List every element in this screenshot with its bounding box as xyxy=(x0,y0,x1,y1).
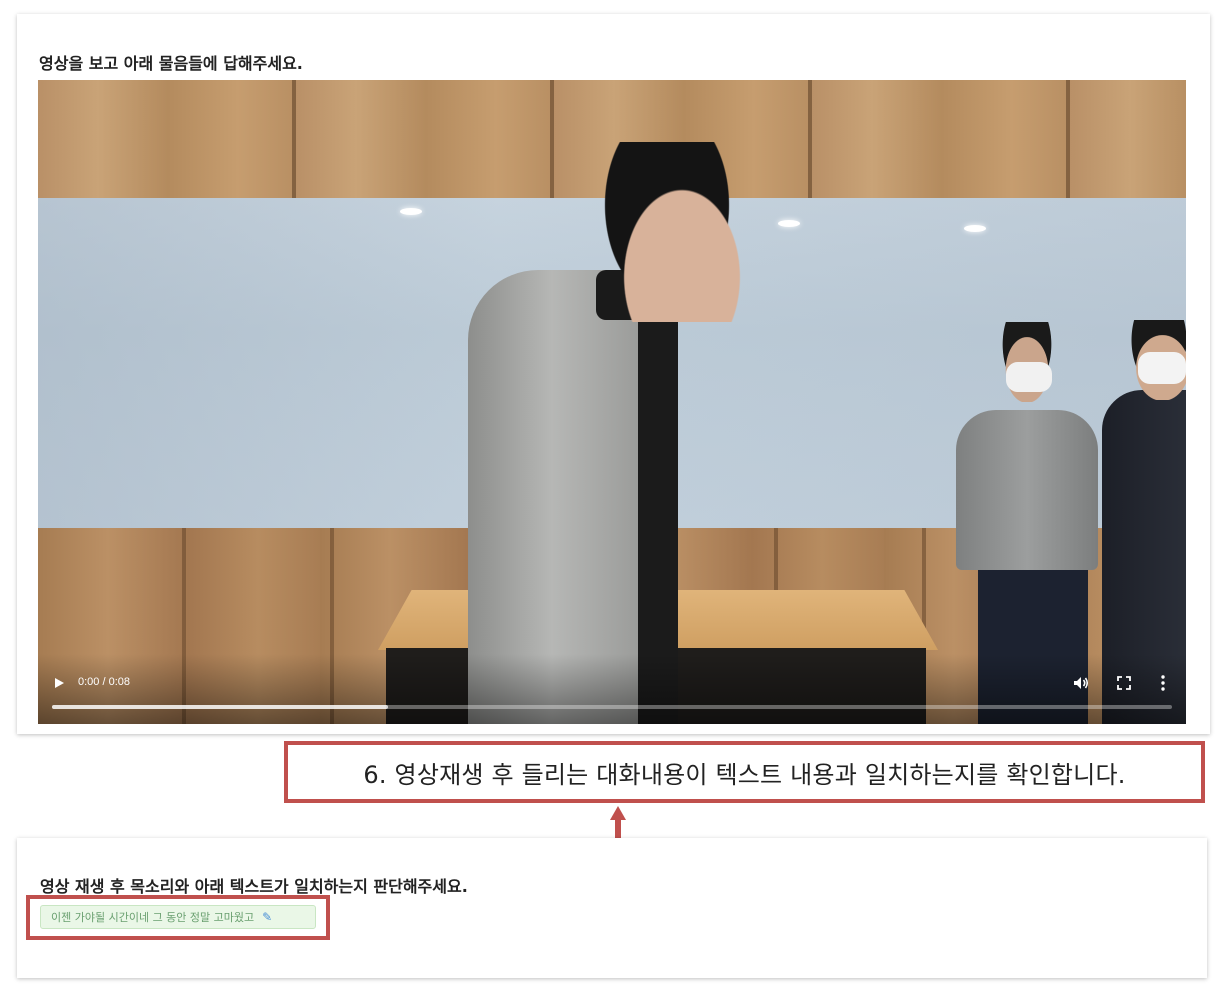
video-buffered-fill xyxy=(52,705,388,709)
instruction-callout: 6. 영상재생 후 들리는 대화내용이 텍스트 내용과 일치하는지를 확인합니다… xyxy=(284,741,1205,803)
question-card-video: 영상을 보고 아래 물음들에 답해주세요. 0:00 / 0:08 xyxy=(17,14,1210,734)
video-player[interactable]: 0:00 / 0:08 xyxy=(38,80,1186,724)
instruction-callout-text: 6. 영상재생 후 들리는 대화내용이 텍스트 내용과 일치하는지를 확인합니다… xyxy=(363,760,1126,789)
fullscreen-icon[interactable] xyxy=(1116,675,1132,691)
edit-icon[interactable]: ✎ xyxy=(262,910,272,924)
video-scene-person-right xyxy=(956,410,1098,570)
video-scene-main-person-head xyxy=(592,142,742,322)
more-options-icon[interactable] xyxy=(1157,674,1169,692)
volume-icon[interactable] xyxy=(1072,674,1090,692)
ceiling-light xyxy=(400,208,422,215)
question-title: 영상을 보고 아래 물음들에 답해주세요. xyxy=(39,54,303,73)
question-title: 영상 재생 후 목소리와 아래 텍스트가 일치하는지 판단해주세요. xyxy=(40,877,468,896)
ceiling-light xyxy=(964,225,986,232)
face-mask xyxy=(1006,362,1052,392)
video-time: 0:00 / 0:08 xyxy=(78,676,130,688)
video-controls-overlay xyxy=(38,654,1186,724)
ceiling-light xyxy=(778,220,800,227)
transcript-text: 이젠 가야될 시간이네 그 동안 정말 고마웠고 xyxy=(51,911,255,924)
video-progress-bar[interactable] xyxy=(52,705,1172,709)
play-icon[interactable] xyxy=(52,676,66,690)
transcript-text-chip[interactable]: 이젠 가야될 시간이네 그 동안 정말 고마웠고 ✎ xyxy=(40,905,316,929)
face-mask xyxy=(1138,352,1186,384)
